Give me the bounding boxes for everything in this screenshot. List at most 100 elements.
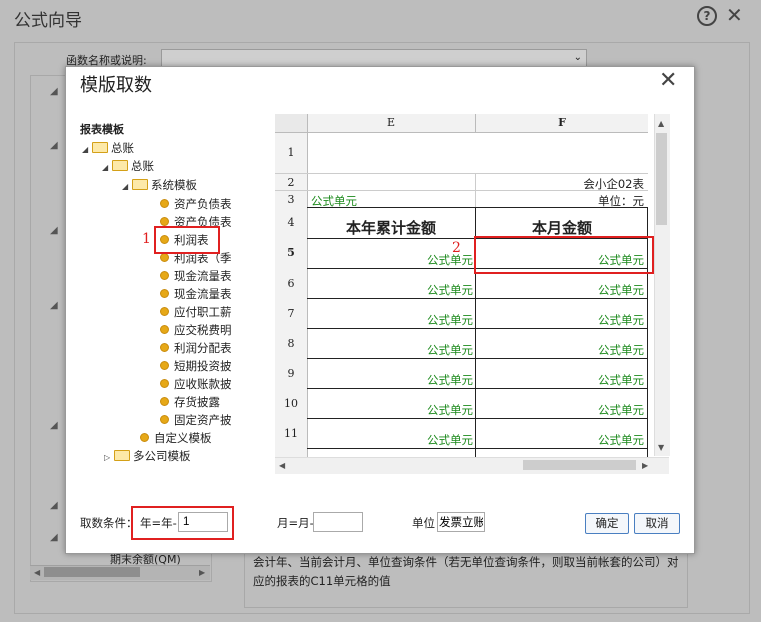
row-number[interactable]: 6 xyxy=(275,277,307,290)
tree-item[interactable]: 利润分配表 xyxy=(160,340,232,356)
table-border xyxy=(307,298,648,299)
formula-cell[interactable]: 公式单元 xyxy=(476,432,644,448)
tree-item[interactable]: 存货披露 xyxy=(160,394,220,410)
row-number[interactable]: 5 xyxy=(275,246,307,259)
template-icon xyxy=(160,379,169,388)
month-offset-input[interactable] xyxy=(313,512,363,532)
table-border xyxy=(307,388,648,389)
row-number[interactable]: 3 xyxy=(275,193,307,206)
formula-cell[interactable]: 公式单元 xyxy=(476,342,644,358)
outer-window-title: 公式向导 xyxy=(14,11,82,31)
row-number[interactable]: 4 xyxy=(275,216,307,229)
tree-bullet-icon: ◢ xyxy=(50,300,58,311)
formula-cell[interactable]: 公式单元 xyxy=(307,372,473,388)
template-icon xyxy=(160,199,169,208)
row-number[interactable]: 9 xyxy=(275,367,307,380)
row-number[interactable]: 8 xyxy=(275,337,307,350)
template-icon xyxy=(160,253,169,262)
table-border xyxy=(307,418,648,419)
template-icon xyxy=(140,433,149,442)
row-number[interactable]: 7 xyxy=(275,307,307,320)
row-number[interactable]: 10 xyxy=(275,397,307,410)
annotation-box-3 xyxy=(131,506,234,540)
template-icon xyxy=(160,361,169,370)
tree-bullet-icon: ◢ xyxy=(50,86,58,97)
annotation-box-1 xyxy=(154,226,220,254)
annotation-box-2 xyxy=(474,236,654,274)
collapse-icon: ▷ xyxy=(104,453,111,462)
fetch-condition-label: 取数条件： xyxy=(80,516,138,530)
tree-item[interactable]: 资产负债表 xyxy=(160,196,232,212)
table-border xyxy=(307,358,648,359)
tree-bullet-icon: ◢ xyxy=(50,532,58,543)
sheet-corner[interactable] xyxy=(275,114,308,132)
scroll-left-icon[interactable]: ◀ xyxy=(34,568,40,577)
formula-cell[interactable]: 公式单元 xyxy=(307,342,473,358)
header-cumulative-amount[interactable]: 本年累计金额 xyxy=(307,217,475,238)
tree-item[interactable]: 现金流量表 xyxy=(160,286,232,302)
folder-icon xyxy=(114,450,130,461)
cell-f2[interactable]: 会小企02表 xyxy=(476,176,644,192)
cancel-button[interactable]: 取消 xyxy=(634,513,680,534)
row-gridline xyxy=(275,173,648,174)
horizontal-scrollbar-thumb[interactable] xyxy=(523,460,636,470)
scroll-right-icon[interactable]: ▶ xyxy=(642,461,648,470)
template-icon xyxy=(160,217,169,226)
formula-cell[interactable]: 公式单元 xyxy=(307,432,473,448)
scroll-left-icon[interactable]: ◀ xyxy=(279,461,285,470)
column-header-e[interactable]: E xyxy=(307,114,475,132)
cell-f3[interactable]: 单位：元 xyxy=(476,193,644,209)
annotation-marker-1: 1 xyxy=(142,231,151,247)
tree-bullet-icon: ◢ xyxy=(50,500,58,511)
template-icon xyxy=(160,415,169,424)
template-icon xyxy=(160,325,169,334)
template-tree: 资产负债表 资产负债表 利润表 利润表（季 现金流量表 现金流量表 应付职工薪 … xyxy=(80,140,236,470)
table-border xyxy=(307,328,648,329)
tree-item[interactable]: 应收账款披 xyxy=(160,376,232,392)
scroll-down-icon[interactable]: ▼ xyxy=(658,443,664,452)
tree-bullet-icon: ◢ xyxy=(50,225,58,236)
tree-item[interactable]: 应交税费明 xyxy=(160,322,232,338)
chevron-down-icon: ⌄ xyxy=(573,52,582,63)
row-number[interactable]: 11 xyxy=(275,427,307,440)
column-divider xyxy=(475,114,476,132)
header-monthly-amount[interactable]: 本月金额 xyxy=(476,217,648,238)
close-icon[interactable]: ✕ xyxy=(726,3,743,27)
tree-node-multi-company[interactable]: ▷ 多公司模板 xyxy=(104,448,191,464)
formula-cell[interactable]: 公式单元 xyxy=(307,402,473,418)
tree-item[interactable]: 现金流量表 xyxy=(160,268,232,284)
tree-item-custom-templates[interactable]: 自定义模板 xyxy=(140,430,212,446)
close-icon[interactable]: ✕ xyxy=(659,68,677,93)
template-icon xyxy=(160,397,169,406)
template-icon xyxy=(160,289,169,298)
template-icon xyxy=(160,271,169,280)
tree-bullet-icon: ◢ xyxy=(50,140,58,151)
month-offset-label: 月=月- xyxy=(277,516,314,530)
formula-cell[interactable]: 公式单元 xyxy=(307,282,473,298)
formula-cell[interactable]: 公式单元 xyxy=(476,282,644,298)
column-header-f[interactable]: F xyxy=(476,114,648,132)
formula-cell-e5[interactable]: 公式单元 xyxy=(307,252,473,268)
tree-title: 报表模板 xyxy=(80,123,124,136)
scroll-right-icon[interactable]: ▶ xyxy=(199,568,205,577)
help-icon[interactable]: ? xyxy=(697,6,717,26)
unit-input[interactable] xyxy=(437,512,485,532)
template-icon xyxy=(160,307,169,316)
row-number[interactable]: 2 xyxy=(275,176,307,189)
scroll-up-icon[interactable]: ▲ xyxy=(658,119,664,128)
cell-e3[interactable]: 公式单元 xyxy=(311,193,357,209)
unit-label: 单位 xyxy=(412,516,435,530)
annotation-marker-2: 2 xyxy=(452,240,461,256)
row-number[interactable]: 1 xyxy=(275,146,307,159)
vertical-scrollbar-thumb[interactable] xyxy=(656,133,667,225)
tree-item[interactable]: 固定资产披 xyxy=(160,412,232,428)
tree-item[interactable]: 应付职工薪 xyxy=(160,304,232,320)
dialog-title: 模版取数 xyxy=(80,75,152,96)
ok-button[interactable]: 确定 xyxy=(585,513,629,534)
formula-cell[interactable]: 公式单元 xyxy=(476,372,644,388)
formula-cell[interactable]: 公式单元 xyxy=(476,402,644,418)
tree-item[interactable]: 短期投资披 xyxy=(160,358,232,374)
outer-scrollbar-thumb[interactable] xyxy=(44,567,140,577)
formula-cell[interactable]: 公式单元 xyxy=(476,312,644,328)
formula-cell[interactable]: 公式单元 xyxy=(307,312,473,328)
